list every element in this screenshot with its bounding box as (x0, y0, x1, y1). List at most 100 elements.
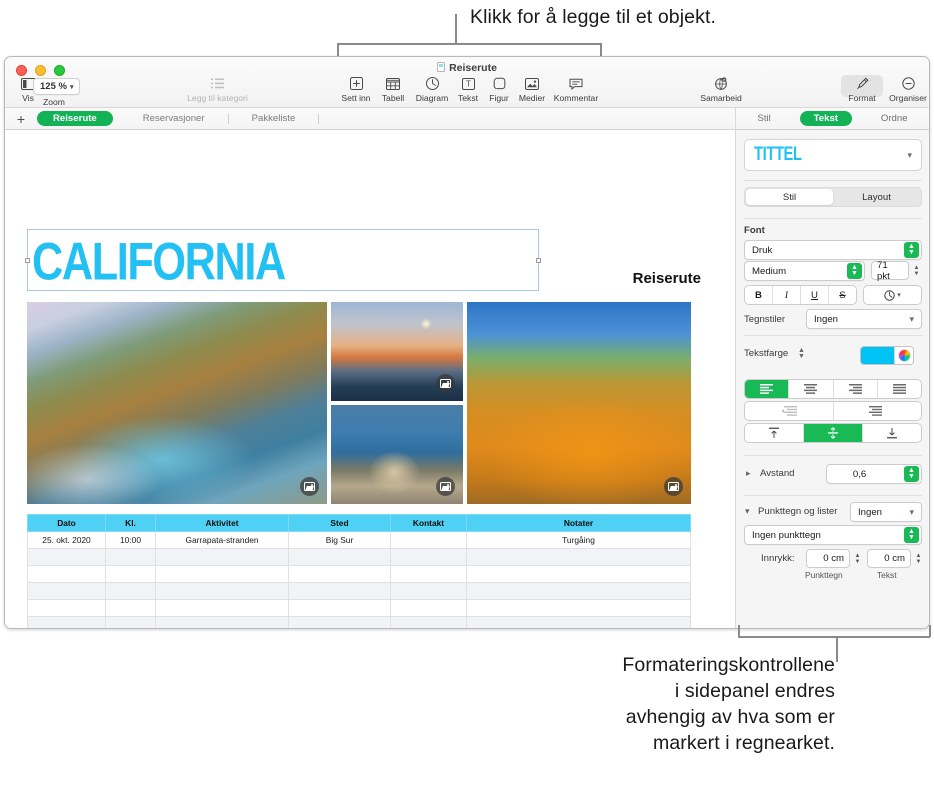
bullet-indent-field[interactable]: 0 cm (806, 549, 850, 568)
table-cell[interactable] (156, 566, 289, 583)
tab-ordne[interactable]: Ordne (867, 111, 922, 126)
toolbar-media-button[interactable]: Medier (513, 76, 551, 104)
table-cell[interactable]: 25. okt. 2020 (28, 532, 106, 549)
table-cell[interactable] (467, 600, 691, 617)
table-row[interactable]: 25. okt. 2020 10:00 Garrapata-stranden B… (28, 532, 691, 549)
table-header-notater[interactable]: Notater (467, 515, 691, 532)
table-cell[interactable] (467, 549, 691, 566)
text-indent-field[interactable]: 0 cm (867, 549, 911, 568)
table-cell[interactable]: Turgåing (467, 532, 691, 549)
toolbar-shape-button[interactable]: Figur (483, 76, 515, 104)
table-cell[interactable] (156, 583, 289, 600)
zoom-dropdown[interactable]: 125 % ▾ (33, 78, 80, 95)
spacing-field[interactable]: 0,6 ▲▼ (826, 464, 922, 484)
table-cell[interactable] (467, 617, 691, 629)
font-family-dropdown[interactable]: Druk ▲▼ (744, 240, 922, 260)
itinerary-table[interactable]: Dato Kl. Aktivitet Sted Kontakt Notater … (27, 514, 691, 628)
table-cell[interactable] (289, 583, 391, 600)
text-color-fill[interactable] (861, 347, 894, 364)
canvas-heading-text[interactable]: Reiserute (633, 270, 701, 287)
bold-button[interactable]: B (745, 286, 773, 304)
tab-tekst[interactable]: Tekst (800, 111, 852, 126)
text-indent-stepper[interactable]: ▲▼ (913, 550, 924, 567)
table-header-aktivitet[interactable]: Aktivitet (156, 515, 289, 532)
character-styles-dropdown[interactable]: Ingen ▾ (806, 309, 922, 329)
table-cell[interactable] (391, 566, 467, 583)
stepper-icon[interactable]: ▲▼ (847, 263, 862, 279)
add-sheet-button[interactable]: + (5, 112, 37, 126)
stepper-icon[interactable]: ▲▼ (904, 527, 919, 543)
table-cell[interactable] (106, 566, 156, 583)
table-header-dato[interactable]: Dato (28, 515, 106, 532)
media-placeholder-icon[interactable] (436, 477, 455, 496)
table-header-sted[interactable]: Sted (289, 515, 391, 532)
table-cell[interactable] (28, 566, 106, 583)
text-options-button[interactable]: ▾ (863, 285, 922, 305)
sheet-tab-pakkeliste[interactable]: Pakkeliste (236, 111, 312, 126)
toolbar-chart-button[interactable]: Diagram (410, 76, 454, 104)
align-left-button[interactable] (745, 380, 789, 398)
table-cell[interactable] (106, 549, 156, 566)
table-header-kontakt[interactable]: Kontakt (391, 515, 467, 532)
table-cell[interactable]: 10:00 (106, 532, 156, 549)
disclosure-triangle-icon[interactable]: ▸ (746, 468, 751, 479)
text-color-stepper-icon[interactable]: ▲▼ (798, 348, 805, 360)
color-wheel-icon[interactable] (894, 347, 913, 364)
table-cell[interactable] (28, 583, 106, 600)
table-cell[interactable] (28, 600, 106, 617)
big-sur-coast-photo[interactable] (27, 302, 327, 504)
media-placeholder-icon[interactable] (436, 374, 455, 393)
toolbar-add-category-button[interactable]: Legg til kategori (165, 76, 270, 104)
table-cell[interactable] (156, 549, 289, 566)
toolbar-collaborate-button[interactable]: Samarbeid (693, 76, 749, 104)
segment-layout[interactable]: Layout (833, 189, 920, 205)
chevron-down-icon[interactable]: ▾ (907, 150, 912, 161)
table-cell[interactable] (156, 600, 289, 617)
paragraph-style-preview[interactable]: TITTEL ▾ (744, 139, 922, 171)
underline-button[interactable]: U (801, 286, 829, 304)
align-bottom-button[interactable] (863, 424, 921, 442)
vertical-align-group[interactable] (744, 423, 922, 443)
table-cell[interactable] (467, 566, 691, 583)
table-row[interactable] (28, 617, 691, 629)
sheet-tab-reservasjoner[interactable]: Reservasjoner (127, 111, 221, 126)
lighthouse-photo[interactable] (331, 302, 463, 401)
table-cell[interactable] (28, 549, 106, 566)
bullet-style-dropdown[interactable]: Ingen punkttegn ▲▼ (744, 525, 922, 545)
table-cell[interactable] (289, 600, 391, 617)
table-cell[interactable] (28, 617, 106, 629)
table-cell[interactable] (106, 617, 156, 629)
align-center-button[interactable] (789, 380, 833, 398)
toolbar-comment-button[interactable]: Kommentar (550, 76, 602, 104)
media-placeholder-icon[interactable] (664, 477, 683, 496)
font-size-field[interactable]: 71 pkt (871, 261, 909, 280)
table-cell[interactable] (391, 532, 467, 549)
sea-lions-photo[interactable] (331, 405, 463, 504)
table-cell[interactable] (391, 549, 467, 566)
italic-button[interactable]: I (773, 286, 801, 304)
stepper-icon[interactable]: ▲▼ (904, 466, 919, 482)
gear-options-icon[interactable]: ▾ (864, 286, 921, 304)
poppy-field-photo[interactable] (467, 302, 691, 504)
chevron-down-icon[interactable]: ▾ (909, 314, 919, 325)
resize-handle-left[interactable] (25, 258, 30, 263)
disclosure-triangle-open-icon[interactable]: ▾ (745, 506, 750, 517)
toolbar-insert-button[interactable]: Sett inn (335, 76, 377, 104)
increase-indent-button[interactable] (834, 402, 922, 420)
table-cell[interactable] (156, 617, 289, 629)
toolbar-text-button[interactable]: T Tekst (451, 76, 485, 104)
table-cell[interactable] (289, 549, 391, 566)
table-cell[interactable] (467, 583, 691, 600)
bullets-dropdown[interactable]: Ingen ▾ (850, 502, 922, 522)
align-top-button[interactable] (745, 424, 804, 442)
toolbar-organize-button[interactable]: Organiser (885, 76, 930, 104)
font-size-stepper[interactable]: ▲▼ (911, 262, 922, 279)
table-header-kl[interactable]: Kl. (106, 515, 156, 532)
indent-button-group[interactable] (744, 401, 922, 421)
align-middle-button[interactable] (804, 424, 863, 442)
text-color-swatch[interactable] (860, 346, 914, 365)
california-title-text[interactable]: CALIFORNIA (32, 230, 285, 293)
table-cell[interactable]: Big Sur (289, 532, 391, 549)
chevron-down-icon[interactable]: ▾ (909, 507, 919, 518)
style-layout-segmented-control[interactable]: Stil Layout (744, 187, 922, 207)
